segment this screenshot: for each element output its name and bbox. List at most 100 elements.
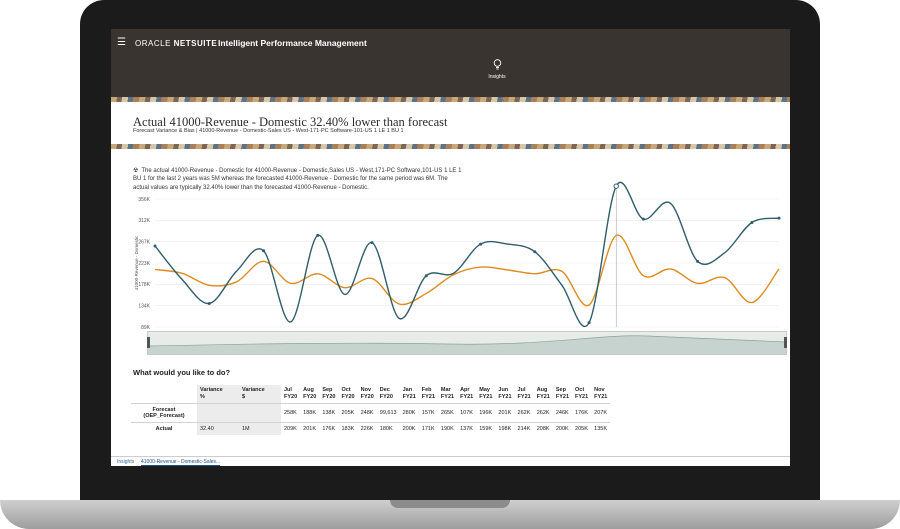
variance-data-table: Variance% Variance $ Jul FY20 Aug FY20 Sep FY20 O… xyxy=(131,385,611,435)
column-header: Sep FY21 xyxy=(553,385,572,404)
table-cell: 188K xyxy=(300,403,320,423)
bottom-tab-detail[interactable]: 41000-Revenue - Domestic-Sales... xyxy=(141,459,221,466)
column-header-line2: FY21 xyxy=(402,394,416,400)
bottom-tab-insights[interactable]: Insights xyxy=(117,459,134,465)
row-header-line1: Actual xyxy=(155,426,173,432)
table-cell xyxy=(197,403,239,423)
navigator-preview xyxy=(148,335,786,354)
column-header: Mar FY21 xyxy=(438,385,457,404)
table-cell: 201K xyxy=(495,403,515,423)
table-cell: 159K xyxy=(476,422,496,435)
chart-range-navigator[interactable] xyxy=(147,331,787,355)
table-cell: 99,613 xyxy=(376,403,400,423)
column-header-line1: Variance xyxy=(200,387,223,393)
table-cell: 183K xyxy=(338,422,358,435)
column-header-line2: % xyxy=(200,394,205,400)
table-cell: 209K xyxy=(281,422,301,435)
column-header-line2: FY20 xyxy=(341,394,355,400)
column-header-line1: Nov xyxy=(360,387,372,393)
column-header-line1: Mar xyxy=(440,387,451,393)
banner-texture-top xyxy=(111,97,790,102)
data-point xyxy=(587,321,591,325)
table-cell: 226K xyxy=(357,422,377,435)
table-cell: 248K xyxy=(357,403,377,423)
y-tick-label: 89K xyxy=(141,325,151,331)
table-header-row: Variance% Variance $ Jul FY20 Aug FY20 Sep FY20 O… xyxy=(131,385,610,404)
table-cell: 258K xyxy=(281,403,301,423)
y-tick-label: 178K xyxy=(138,282,150,288)
table-cell: 262K xyxy=(533,403,553,423)
brand-oracle: ORACLE xyxy=(135,39,171,48)
table-corner xyxy=(131,385,197,404)
action-prompt: What would you like to do? xyxy=(133,368,231,377)
data-point xyxy=(316,233,320,237)
navigator-handle-right[interactable] xyxy=(784,337,787,348)
table-cell: 137K xyxy=(457,422,477,435)
column-header: Nov FY20 xyxy=(358,385,377,404)
column-header-line2: FY21 xyxy=(555,394,570,400)
series-line-0 xyxy=(154,181,780,327)
column-header-line1: Variance xyxy=(242,387,265,393)
table-cell: 205K xyxy=(572,422,592,435)
brand-logo: ORACLE NETSUITE xyxy=(135,39,217,48)
column-header-line2: FY20 xyxy=(379,394,393,400)
app-title: Intelligent Performance Management xyxy=(218,38,367,48)
column-header-line1: Aug xyxy=(536,387,548,393)
data-point xyxy=(370,241,374,245)
y-tick-label: 223K xyxy=(138,261,150,267)
column-header: May FY21 xyxy=(476,385,495,404)
column-header-line1: Sep xyxy=(555,387,566,393)
table-cell: 157K xyxy=(418,403,438,423)
table-cell: 32.40 xyxy=(197,422,239,435)
column-header: Jun FY21 xyxy=(495,385,514,404)
navigator-handle-left[interactable] xyxy=(147,337,150,348)
table-cell: 214K xyxy=(514,422,534,435)
table-cell: 198K xyxy=(495,422,515,435)
column-header-line2: FY21 xyxy=(460,394,474,400)
column-header-line1: Apr xyxy=(460,387,470,393)
table-cell xyxy=(239,403,281,423)
table-cell: 262K xyxy=(514,403,534,423)
y-tick-label: 312K xyxy=(138,218,150,224)
screen: ☰ ORACLE NETSUITE Intelligent Performanc… xyxy=(111,29,790,466)
column-header-line2: FY20 xyxy=(322,394,336,400)
data-point xyxy=(777,216,781,220)
laptop-notch xyxy=(390,500,510,508)
tab-insights[interactable]: Insights xyxy=(482,59,512,80)
table-row: Forecast (OEP_Forecast) 258K 188K 138K 205K 24… xyxy=(131,403,611,423)
column-header: Apr FY21 xyxy=(457,385,476,404)
column-header-line1: Oct xyxy=(341,387,351,393)
table-cell: 200K xyxy=(552,422,573,435)
column-header: Aug FY20 xyxy=(300,385,319,404)
column-header: Sep FY20 xyxy=(319,385,338,404)
column-header-line2: FY20 xyxy=(360,394,374,400)
table-cell: 246K xyxy=(552,403,573,423)
banner-texture-bottom xyxy=(111,144,790,149)
data-point xyxy=(696,259,700,263)
column-header-line2: FY21 xyxy=(594,394,608,400)
hamburger-menu-icon[interactable]: ☰ xyxy=(117,38,126,48)
data-point xyxy=(641,217,645,221)
y-tick-label: 267K xyxy=(138,239,150,245)
column-header-line2: FY21 xyxy=(575,394,589,400)
column-header-line2: FY21 xyxy=(479,394,493,400)
y-tick-label: 356K xyxy=(138,197,150,203)
data-point xyxy=(533,250,537,254)
series-line-1 xyxy=(154,234,780,307)
column-header: Dec FY20 xyxy=(377,385,400,404)
data-point xyxy=(479,242,483,246)
column-header-line1: Jun xyxy=(498,387,509,393)
column-header-line2: $ xyxy=(242,394,246,400)
data-point xyxy=(750,220,754,224)
row-header: Forecast (OEP_Forecast) xyxy=(131,403,197,423)
table-cell: 280K xyxy=(399,403,419,423)
column-header: Nov FY21 xyxy=(591,385,610,404)
column-header: Variance% xyxy=(197,385,239,404)
revenue-line-chart[interactable]: 356K 312K 267K 223K 178K 134K 89K 41000-Revenue… xyxy=(111,181,790,331)
row-header-line2: (OEP_Forecast) xyxy=(143,413,185,419)
column-header-line1: Jan xyxy=(402,387,413,393)
brand-netsuite: NETSUITE xyxy=(173,39,218,48)
column-header-line2: FY21 xyxy=(421,394,435,400)
column-header-line2: FY20 xyxy=(303,394,317,400)
column-header-line1: Nov xyxy=(594,387,605,393)
